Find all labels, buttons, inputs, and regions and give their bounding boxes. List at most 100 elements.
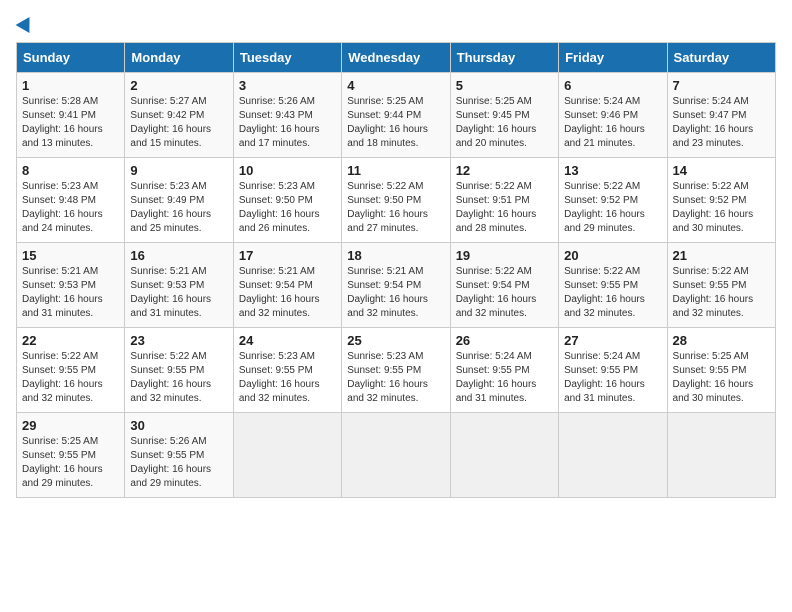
calendar-week-row: 29 Sunrise: 5:25 AM Sunset: 9:55 PM Dayl… [17, 413, 776, 498]
day-number: 28 [673, 333, 770, 348]
day-number: 21 [673, 248, 770, 263]
day-info: Sunrise: 5:23 AM Sunset: 9:50 PM Dayligh… [239, 180, 336, 236]
day-info: Sunrise: 5:25 AM Sunset: 9:44 PM Dayligh… [347, 95, 444, 151]
day-number: 18 [347, 248, 444, 263]
table-row [559, 413, 667, 498]
day-info: Sunrise: 5:21 AM Sunset: 9:54 PM Dayligh… [347, 265, 444, 321]
day-number: 3 [239, 78, 336, 93]
calendar-week-row: 15 Sunrise: 5:21 AM Sunset: 9:53 PM Dayl… [17, 243, 776, 328]
day-info: Sunrise: 5:23 AM Sunset: 9:55 PM Dayligh… [347, 350, 444, 406]
table-row: 11 Sunrise: 5:22 AM Sunset: 9:50 PM Dayl… [342, 158, 450, 243]
day-info: Sunrise: 5:22 AM Sunset: 9:52 PM Dayligh… [564, 180, 661, 236]
table-row: 7 Sunrise: 5:24 AM Sunset: 9:47 PM Dayli… [667, 73, 775, 158]
day-number: 15 [22, 248, 119, 263]
day-info: Sunrise: 5:25 AM Sunset: 9:45 PM Dayligh… [456, 95, 553, 151]
table-row: 6 Sunrise: 5:24 AM Sunset: 9:46 PM Dayli… [559, 73, 667, 158]
table-row: 26 Sunrise: 5:24 AM Sunset: 9:55 PM Dayl… [450, 328, 558, 413]
col-monday: Monday [125, 43, 233, 73]
day-number: 22 [22, 333, 119, 348]
table-row: 21 Sunrise: 5:22 AM Sunset: 9:55 PM Dayl… [667, 243, 775, 328]
day-number: 26 [456, 333, 553, 348]
table-row: 17 Sunrise: 5:21 AM Sunset: 9:54 PM Dayl… [233, 243, 341, 328]
table-row: 23 Sunrise: 5:22 AM Sunset: 9:55 PM Dayl… [125, 328, 233, 413]
calendar-week-row: 1 Sunrise: 5:28 AM Sunset: 9:41 PM Dayli… [17, 73, 776, 158]
table-row: 25 Sunrise: 5:23 AM Sunset: 9:55 PM Dayl… [342, 328, 450, 413]
day-number: 6 [564, 78, 661, 93]
day-info: Sunrise: 5:26 AM Sunset: 9:55 PM Dayligh… [130, 435, 227, 491]
table-row: 4 Sunrise: 5:25 AM Sunset: 9:44 PM Dayli… [342, 73, 450, 158]
col-thursday: Thursday [450, 43, 558, 73]
table-row: 10 Sunrise: 5:23 AM Sunset: 9:50 PM Dayl… [233, 158, 341, 243]
day-info: Sunrise: 5:28 AM Sunset: 9:41 PM Dayligh… [22, 95, 119, 151]
day-info: Sunrise: 5:22 AM Sunset: 9:55 PM Dayligh… [22, 350, 119, 406]
day-number: 25 [347, 333, 444, 348]
day-number: 29 [22, 418, 119, 433]
table-row: 29 Sunrise: 5:25 AM Sunset: 9:55 PM Dayl… [17, 413, 125, 498]
day-info: Sunrise: 5:26 AM Sunset: 9:43 PM Dayligh… [239, 95, 336, 151]
day-number: 16 [130, 248, 227, 263]
day-info: Sunrise: 5:22 AM Sunset: 9:55 PM Dayligh… [130, 350, 227, 406]
table-row: 30 Sunrise: 5:26 AM Sunset: 9:55 PM Dayl… [125, 413, 233, 498]
day-info: Sunrise: 5:27 AM Sunset: 9:42 PM Dayligh… [130, 95, 227, 151]
day-info: Sunrise: 5:24 AM Sunset: 9:46 PM Dayligh… [564, 95, 661, 151]
day-number: 19 [456, 248, 553, 263]
col-friday: Friday [559, 43, 667, 73]
day-info: Sunrise: 5:21 AM Sunset: 9:54 PM Dayligh… [239, 265, 336, 321]
day-number: 2 [130, 78, 227, 93]
table-row [667, 413, 775, 498]
table-row: 28 Sunrise: 5:25 AM Sunset: 9:55 PM Dayl… [667, 328, 775, 413]
day-number: 27 [564, 333, 661, 348]
table-row: 16 Sunrise: 5:21 AM Sunset: 9:53 PM Dayl… [125, 243, 233, 328]
day-number: 13 [564, 163, 661, 178]
day-info: Sunrise: 5:22 AM Sunset: 9:55 PM Dayligh… [564, 265, 661, 321]
table-row [450, 413, 558, 498]
day-number: 5 [456, 78, 553, 93]
col-wednesday: Wednesday [342, 43, 450, 73]
table-row: 22 Sunrise: 5:22 AM Sunset: 9:55 PM Dayl… [17, 328, 125, 413]
day-number: 17 [239, 248, 336, 263]
table-row: 13 Sunrise: 5:22 AM Sunset: 9:52 PM Dayl… [559, 158, 667, 243]
page-header [16, 16, 776, 30]
day-info: Sunrise: 5:23 AM Sunset: 9:55 PM Dayligh… [239, 350, 336, 406]
table-row: 12 Sunrise: 5:22 AM Sunset: 9:51 PM Dayl… [450, 158, 558, 243]
calendar-week-row: 8 Sunrise: 5:23 AM Sunset: 9:48 PM Dayli… [17, 158, 776, 243]
logo-icon [16, 13, 37, 33]
table-row: 9 Sunrise: 5:23 AM Sunset: 9:49 PM Dayli… [125, 158, 233, 243]
calendar-table: Sunday Monday Tuesday Wednesday Thursday… [16, 42, 776, 498]
day-number: 7 [673, 78, 770, 93]
table-row: 20 Sunrise: 5:22 AM Sunset: 9:55 PM Dayl… [559, 243, 667, 328]
table-row: 15 Sunrise: 5:21 AM Sunset: 9:53 PM Dayl… [17, 243, 125, 328]
logo [16, 16, 34, 30]
day-number: 1 [22, 78, 119, 93]
day-info: Sunrise: 5:22 AM Sunset: 9:50 PM Dayligh… [347, 180, 444, 236]
day-number: 14 [673, 163, 770, 178]
table-row: 19 Sunrise: 5:22 AM Sunset: 9:54 PM Dayl… [450, 243, 558, 328]
day-info: Sunrise: 5:23 AM Sunset: 9:48 PM Dayligh… [22, 180, 119, 236]
day-number: 8 [22, 163, 119, 178]
day-number: 10 [239, 163, 336, 178]
day-number: 23 [130, 333, 227, 348]
table-row: 3 Sunrise: 5:26 AM Sunset: 9:43 PM Dayli… [233, 73, 341, 158]
table-row [342, 413, 450, 498]
calendar-week-row: 22 Sunrise: 5:22 AM Sunset: 9:55 PM Dayl… [17, 328, 776, 413]
col-sunday: Sunday [17, 43, 125, 73]
day-info: Sunrise: 5:22 AM Sunset: 9:51 PM Dayligh… [456, 180, 553, 236]
calendar-header-row: Sunday Monday Tuesday Wednesday Thursday… [17, 43, 776, 73]
day-info: Sunrise: 5:22 AM Sunset: 9:52 PM Dayligh… [673, 180, 770, 236]
day-info: Sunrise: 5:24 AM Sunset: 9:55 PM Dayligh… [456, 350, 553, 406]
day-number: 4 [347, 78, 444, 93]
table-row: 27 Sunrise: 5:24 AM Sunset: 9:55 PM Dayl… [559, 328, 667, 413]
day-info: Sunrise: 5:24 AM Sunset: 9:47 PM Dayligh… [673, 95, 770, 151]
day-info: Sunrise: 5:22 AM Sunset: 9:55 PM Dayligh… [673, 265, 770, 321]
day-info: Sunrise: 5:22 AM Sunset: 9:54 PM Dayligh… [456, 265, 553, 321]
day-number: 30 [130, 418, 227, 433]
table-row: 5 Sunrise: 5:25 AM Sunset: 9:45 PM Dayli… [450, 73, 558, 158]
day-info: Sunrise: 5:21 AM Sunset: 9:53 PM Dayligh… [22, 265, 119, 321]
day-number: 9 [130, 163, 227, 178]
col-saturday: Saturday [667, 43, 775, 73]
day-number: 12 [456, 163, 553, 178]
day-info: Sunrise: 5:25 AM Sunset: 9:55 PM Dayligh… [22, 435, 119, 491]
table-row: 8 Sunrise: 5:23 AM Sunset: 9:48 PM Dayli… [17, 158, 125, 243]
day-info: Sunrise: 5:21 AM Sunset: 9:53 PM Dayligh… [130, 265, 227, 321]
table-row [233, 413, 341, 498]
